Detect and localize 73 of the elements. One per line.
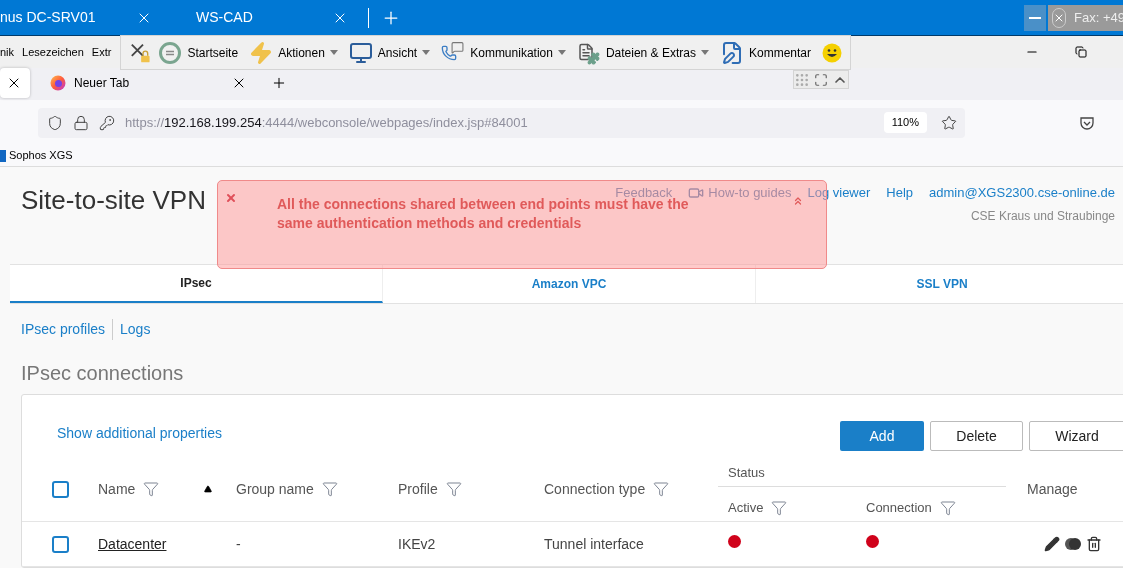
minimize-icon xyxy=(1029,16,1041,19)
column-header: Group name xyxy=(236,479,314,499)
action-button[interactable]: Add xyxy=(840,421,924,451)
fullscreen-icon[interactable] xyxy=(814,72,828,87)
filter-icon[interactable] xyxy=(143,481,160,497)
sub-link[interactable]: IPsec profiles xyxy=(21,319,106,340)
column-header: Active xyxy=(728,498,764,517)
select-all-checkbox[interactable] xyxy=(52,480,69,498)
organization-name: CSE Kraus und Straubinge xyxy=(970,207,1115,225)
key-icon[interactable] xyxy=(99,114,115,131)
toolbar-button[interactable]: Aktionen xyxy=(249,40,338,65)
url-text: https://192.168.199.254:4444/webconsole/webpages/index.jsp#84001 xyxy=(125,113,529,132)
bookmark-star-icon[interactable] xyxy=(941,114,957,131)
show-properties-link[interactable]: Show additional properties xyxy=(57,423,222,444)
toolbar-button[interactable]: Ansicht xyxy=(348,40,431,65)
toolbar-button[interactable]: Kommentar xyxy=(719,40,811,65)
toolbar-button[interactable]: Dateien & Extras xyxy=(576,40,709,65)
table-cell-text: - xyxy=(236,534,241,554)
restore-icon[interactable] xyxy=(1075,46,1087,58)
column-group-header: Status xyxy=(728,463,765,482)
table-cell-text: Tunnel interface xyxy=(544,534,644,554)
toolbar-button[interactable]: Kommunikation xyxy=(441,40,566,65)
header-link[interactable]: Help xyxy=(886,183,914,203)
error-icon[interactable] xyxy=(225,192,237,204)
pocket-icon[interactable] xyxy=(1079,114,1095,131)
column-header: Connection xyxy=(866,498,932,517)
remote-tab[interactable]: nus DC-SRV01 xyxy=(0,7,96,28)
toggle-icon[interactable] xyxy=(1064,537,1082,551)
column-header: Manage xyxy=(1027,479,1078,499)
page-title: Site-to-site VPN xyxy=(21,184,206,217)
browser-tab[interactable]: Neuer Tab xyxy=(42,68,255,98)
monitor-icon xyxy=(348,40,373,65)
tab[interactable]: IPsec xyxy=(10,265,383,303)
delete-icon[interactable] xyxy=(1086,536,1102,552)
tab-title: Neuer Tab xyxy=(74,75,131,92)
firefox-icon xyxy=(50,75,66,91)
row-checkbox[interactable] xyxy=(52,535,69,553)
menu-item[interactable]: nik xyxy=(0,43,15,61)
filter-icon[interactable] xyxy=(939,499,956,516)
address-field[interactable]: https://192.168.199.254:4444/webconsole/webpages/index.jsp#84001 110% xyxy=(38,107,965,138)
column-header: Connection type xyxy=(544,479,646,499)
connection-name-link[interactable]: Datacenter xyxy=(98,533,167,555)
filter-icon[interactable] xyxy=(321,481,338,497)
filter-icon[interactable] xyxy=(771,499,788,516)
edit-icon[interactable] xyxy=(1044,536,1060,552)
remote-tab[interactable]: WS-CAD xyxy=(196,7,253,28)
lock-icon[interactable] xyxy=(73,114,89,131)
table-cell-text: IKEv2 xyxy=(398,534,436,554)
new-tab-icon[interactable] xyxy=(271,75,287,91)
tab[interactable]: SSL VPN xyxy=(756,265,1123,303)
bookmark-item[interactable]: Sophos XGS xyxy=(0,147,73,164)
sort-ascending-icon[interactable] xyxy=(204,485,212,493)
toolbar-button[interactable]: Startseite xyxy=(158,40,239,65)
lightning-icon xyxy=(249,40,274,65)
filter-icon[interactable] xyxy=(653,481,670,497)
bookmark-favicon-icon xyxy=(0,149,6,162)
section-title: IPsec connections xyxy=(21,361,185,386)
home-circle-icon xyxy=(158,40,183,65)
tab[interactable]: Amazon VPC xyxy=(383,265,756,303)
minimize-button[interactable] xyxy=(1024,4,1046,31)
sub-link[interactable]: Logs xyxy=(112,319,151,340)
column-header: Name xyxy=(98,479,136,499)
filter-icon[interactable] xyxy=(445,481,462,497)
column-header: Profile xyxy=(398,479,438,499)
zoom-level[interactable]: 110% xyxy=(883,112,927,133)
user-link[interactable]: admin@XGS2300.cse-online.de xyxy=(929,183,1115,203)
smiley-icon[interactable] xyxy=(822,42,842,63)
action-button[interactable]: Delete xyxy=(930,421,1023,451)
shield-icon[interactable] xyxy=(47,114,63,131)
menu-item[interactable]: Extr xyxy=(91,43,112,61)
menu-item[interactable]: Lesezeichen xyxy=(22,43,84,61)
error-message: All the connections shared between end points must have the same authentication methods and credentials xyxy=(277,196,690,233)
action-button[interactable]: Wizard xyxy=(1029,421,1123,451)
